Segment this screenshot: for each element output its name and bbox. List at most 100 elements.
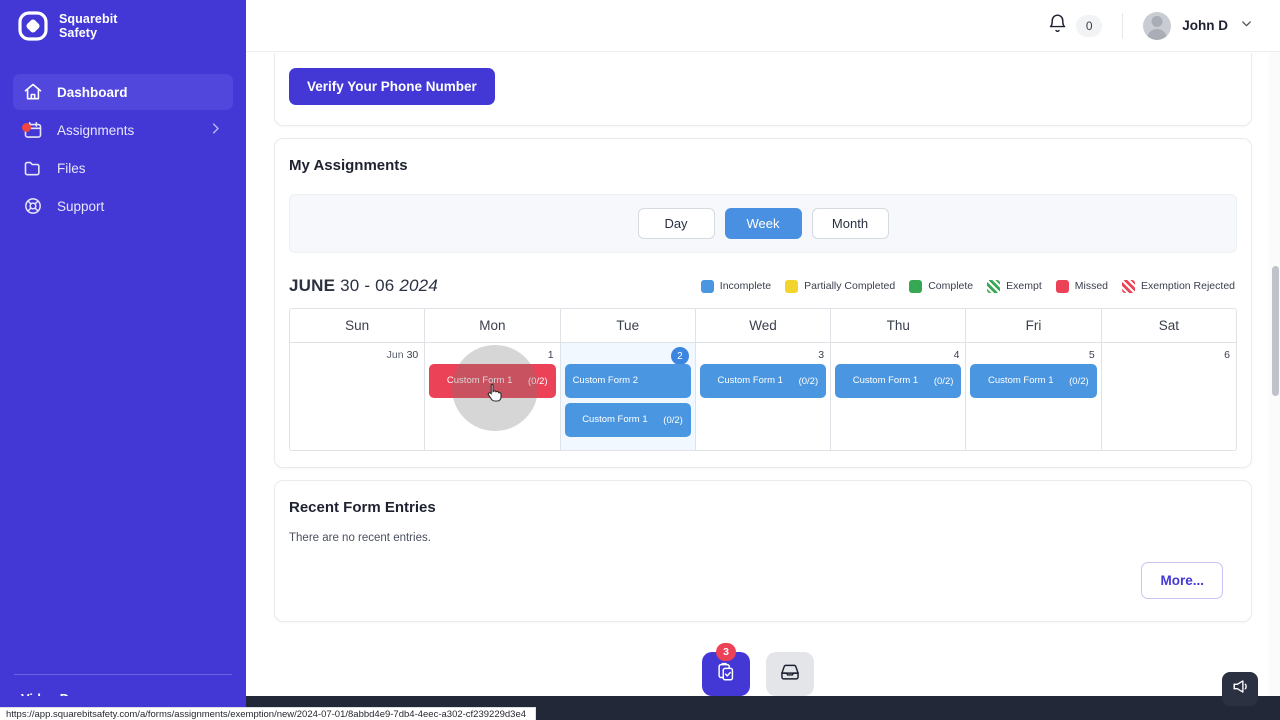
calendar-event[interactable]: Custom Form 1 (0/2) <box>835 364 962 398</box>
calendar-day-cell[interactable]: Jun 30 <box>290 343 426 450</box>
user-name: John D <box>1182 18 1228 33</box>
legend-item: Exemption Rejected <box>1122 279 1235 293</box>
brand-line-2: Safety <box>59 26 98 40</box>
calendar-days: 30 - 06 <box>340 276 395 295</box>
calendar-day-cell[interactable]: 3 Custom Form 1 (0/2) <box>696 343 832 450</box>
calendar-day-number: 5 <box>970 347 1096 364</box>
calendar-day-cell[interactable]: 6 <box>1102 343 1236 450</box>
recent-form-entries-card: Recent Form Entries There are no recent … <box>274 480 1252 622</box>
chevron-down-icon[interactable] <box>1239 16 1254 36</box>
sidebar-divider <box>14 674 232 675</box>
assignments-notification-dot <box>22 123 31 132</box>
calendar-day-month-prefix: Jun <box>386 349 404 361</box>
calendar-legend: Incomplete Partially Completed Complete Exe… <box>700 279 1235 293</box>
notification-count-badge: 0 <box>1076 14 1103 37</box>
verify-phone-button[interactable]: Verify Your Phone Number <box>289 68 495 105</box>
sidebar: Squarebit Safety Dashboard Assignments F… <box>0 0 246 720</box>
lifebuoy-icon <box>23 196 43 216</box>
clipboard-check-icon <box>715 661 737 688</box>
legend-label: Complete <box>928 280 974 292</box>
calendar-event-count: (0/2) <box>798 375 819 387</box>
calendar-day-number-text: 5 <box>1088 349 1095 361</box>
calendar-day-number: 1 <box>429 347 555 364</box>
legend-item: Complete <box>909 279 974 293</box>
calendar-dow-thu: Thu <box>831 309 967 342</box>
legend-swatch <box>909 279 923 293</box>
floating-action-buttons: 3 <box>702 643 814 696</box>
calendar-day-number: 4 <box>835 347 961 364</box>
calendar-event-name: Custom Form 1 <box>717 375 783 387</box>
calendar-day-cell[interactable]: 4 Custom Form 1 (0/2) <box>831 343 967 450</box>
brand-line-1: Squarebit <box>59 12 118 26</box>
status-url-bar: https://app.squarebitsafety.com/a/forms/… <box>0 707 536 720</box>
user-menu[interactable]: John D <box>1143 11 1254 40</box>
legend-swatch <box>987 279 1001 293</box>
more-button[interactable]: More... <box>1141 562 1223 599</box>
calendar-date-range: JUNE 30 - 06 2024 <box>289 276 438 296</box>
legend-item: Incomplete <box>700 279 771 293</box>
sidebar-nav: Dashboard Assignments Files Support <box>0 74 246 224</box>
calendar-event[interactable]: Custom Form 1 (0/2) <box>970 364 1097 398</box>
squarebit-logo-icon <box>18 11 48 41</box>
assignments-fab[interactable]: 3 <box>702 643 750 696</box>
bell-icon[interactable] <box>1047 13 1068 39</box>
brand-logo[interactable]: Squarebit Safety <box>0 0 246 52</box>
scrollbar-thumb[interactable] <box>1272 266 1279 396</box>
calendar-dow-tue: Tue <box>560 309 696 342</box>
calendar-day-number-text: 4 <box>953 349 960 361</box>
calendar-day-number-text: 30 <box>406 349 419 361</box>
verify-phone-card: Verify Your Phone Number <box>274 52 1252 126</box>
topbar: 0 John D <box>246 0 1280 52</box>
calendar-day-number: Jun 30 <box>294 347 420 364</box>
calendar-event[interactable]: Custom Form 1 (0/2) <box>429 364 556 398</box>
calendar-event[interactable]: Custom Form 1 (0/2) <box>564 403 691 437</box>
calendar-day-cell[interactable]: 1 Custom Form 1 (0/2) <box>425 343 561 450</box>
sidebar-item-support[interactable]: Support <box>13 188 233 224</box>
legend-swatch <box>785 279 799 293</box>
sidebar-item-assignments[interactable]: Assignments <box>13 112 233 148</box>
sidebar-item-files[interactable]: Files <box>13 150 233 186</box>
my-assignments-title: My Assignments <box>289 157 408 174</box>
legend-swatch <box>700 279 714 293</box>
avatar <box>1143 11 1172 40</box>
calendar-event-count: (0/2) <box>933 375 954 387</box>
calendar-event[interactable]: Custom Form 2 <box>564 364 691 398</box>
calendar-day-number-text: 6 <box>1224 349 1230 361</box>
legend-label: Exempt <box>1006 280 1042 292</box>
calendar-day-cell[interactable]: 5 Custom Form 1 (0/2) <box>966 343 1102 450</box>
calendar-event[interactable]: Custom Form 1 (0/2) <box>699 364 827 398</box>
calendar-day-number: 3 <box>700 347 826 364</box>
legend-item: Missed <box>1055 279 1108 293</box>
announcement-button[interactable] <box>1222 672 1258 706</box>
calendar-event-name: Custom Form 1 <box>446 375 513 387</box>
calendar-dow-sun: Sun <box>290 309 426 342</box>
inbox-tray-icon <box>779 661 801 688</box>
calendar-range-toolbar: Day Week Month <box>289 194 1237 253</box>
vertical-scrollbar[interactable] <box>1269 52 1280 696</box>
calendar-dow-mon: Mon <box>425 309 561 342</box>
range-button-day[interactable]: Day <box>637 208 715 239</box>
range-button-week[interactable]: Week <box>724 208 802 239</box>
recent-entries-title: Recent Form Entries <box>289 499 436 516</box>
notifications-control[interactable]: 0 <box>1047 13 1103 39</box>
assignments-fab-badge: 3 <box>716 643 736 661</box>
sidebar-item-dashboard[interactable]: Dashboard <box>13 74 233 110</box>
brand-name: Squarebit Safety <box>59 12 118 40</box>
inbox-fab[interactable] <box>766 652 814 696</box>
topbar-divider <box>1122 12 1124 39</box>
legend-label: Exemption Rejected <box>1141 280 1235 292</box>
calendar-month: JUNE <box>289 276 336 295</box>
megaphone-icon <box>1231 677 1250 701</box>
calendar-event-count: (0/2) <box>1069 375 1089 387</box>
main-content: Verify Your Phone Number My Assignments … <box>246 52 1280 696</box>
my-assignments-card: My Assignments Day Week Month JUNE 30 - … <box>274 138 1252 468</box>
range-button-month[interactable]: Month <box>811 208 889 239</box>
calendar-year: 2024 <box>399 276 438 295</box>
calendar-day-cell[interactable]: 2 Custom Form 2 Custom Form 1 (0/2) <box>560 343 696 450</box>
calendar-event-count: (0/2) <box>663 414 683 426</box>
legend-swatch <box>1122 279 1136 293</box>
calendar-event-name: Custom Form 2 <box>572 375 639 387</box>
calendar-header: JUNE 30 - 06 2024 Incomplete Partially Co… <box>289 276 1237 296</box>
calendar-day-number: 2 <box>565 347 691 365</box>
calendar-day-number: 6 <box>1106 347 1232 364</box>
